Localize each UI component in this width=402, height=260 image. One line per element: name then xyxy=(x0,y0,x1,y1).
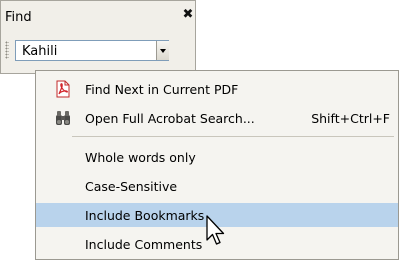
close-icon[interactable]: ✖ xyxy=(182,8,194,22)
pdf-icon xyxy=(54,80,72,98)
menu-item-open-full-search[interactable]: Open Full Acrobat Search... Shift+Ctrl+F xyxy=(36,106,398,130)
search-input[interactable]: Kahili xyxy=(22,44,57,59)
toolbar-grip[interactable] xyxy=(5,41,9,59)
menu-item-label: Open Full Acrobat Search... xyxy=(85,111,255,126)
menu-item-label: Case-Sensitive xyxy=(85,179,178,194)
menu-item-case-sensitive[interactable]: Case-Sensitive xyxy=(36,174,398,198)
menu-item-shortcut: Shift+Ctrl+F xyxy=(311,111,390,126)
menu-item-label: Include Comments xyxy=(85,237,203,252)
menu-item-find-next[interactable]: Find Next in Current PDF xyxy=(36,77,398,101)
binoculars-icon xyxy=(54,109,72,127)
menu-item-whole-words[interactable]: Whole words only xyxy=(36,145,398,169)
dropdown-button[interactable] xyxy=(156,41,169,60)
mouse-pointer-icon xyxy=(205,215,227,249)
find-toolbar-panel: Find ✖ Kahili xyxy=(0,0,196,74)
menu-item-label: Whole words only xyxy=(85,150,196,165)
menu-separator xyxy=(72,136,394,137)
chevron-down-icon xyxy=(160,49,166,53)
find-combo-box[interactable]: Kahili xyxy=(15,40,169,61)
panel-title: Find xyxy=(5,10,32,25)
menu-item-label: Include Bookmarks xyxy=(85,208,205,223)
menu-item-label: Find Next in Current PDF xyxy=(85,82,239,97)
